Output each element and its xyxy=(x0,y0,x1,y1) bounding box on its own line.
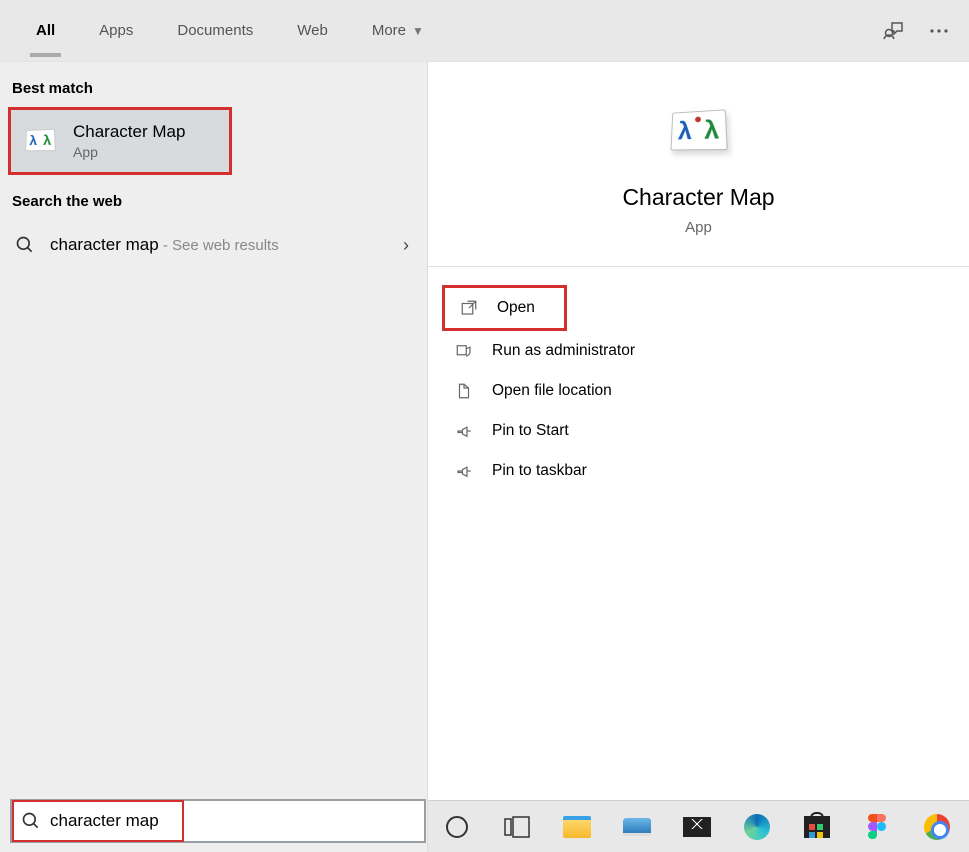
search-web-header: Search the web xyxy=(0,175,427,220)
best-match-header: Best match xyxy=(0,62,427,107)
open-icon xyxy=(459,298,479,318)
character-map-large-icon: λλ xyxy=(664,102,734,162)
figma-icon[interactable] xyxy=(862,812,892,842)
action-open[interactable]: Open xyxy=(442,285,567,331)
result-character-map[interactable]: λλ Character Map App xyxy=(8,107,232,175)
tab-documents[interactable]: Documents xyxy=(161,4,269,57)
results-left-pane: Best match λλ Character Map App Search t… xyxy=(0,62,428,852)
action-open-label: Open xyxy=(497,299,535,317)
on-screen-keyboard-icon[interactable] xyxy=(622,812,652,842)
task-view-icon[interactable] xyxy=(502,812,532,842)
chevron-right-icon: › xyxy=(403,235,409,256)
cortana-icon[interactable] xyxy=(442,812,472,842)
detail-pane: λλ Character Map App Open Run as adminis… xyxy=(428,62,969,852)
edge-icon[interactable] xyxy=(742,812,772,842)
detail-title: Character Map xyxy=(622,184,774,211)
result-subtitle: App xyxy=(73,144,185,160)
file-explorer-icon[interactable] xyxy=(562,812,592,842)
pin-taskbar-icon xyxy=(454,461,474,481)
action-pin-start[interactable]: Pin to Start xyxy=(440,411,957,451)
chrome-icon[interactable] xyxy=(922,812,952,842)
action-open-location-label: Open file location xyxy=(492,382,612,400)
action-run-admin[interactable]: Run as administrator xyxy=(440,331,957,371)
tab-apps[interactable]: Apps xyxy=(83,4,149,57)
result-title: Character Map xyxy=(73,122,185,142)
action-pin-taskbar-label: Pin to taskbar xyxy=(492,462,587,480)
results-body: Best match λλ Character Map App Search t… xyxy=(0,62,969,852)
mail-icon[interactable] xyxy=(682,812,712,842)
web-query-text: character map xyxy=(50,235,159,254)
folder-location-icon xyxy=(454,381,474,401)
detail-subtitle: App xyxy=(685,219,712,236)
web-suffix-text: - See web results xyxy=(159,237,279,254)
search-bar[interactable] xyxy=(10,799,426,843)
feedback-icon[interactable] xyxy=(881,19,905,43)
search-icon xyxy=(14,234,36,256)
start-search-panel: All Apps Documents Web More ▼ Bes xyxy=(0,0,969,852)
chevron-down-icon: ▼ xyxy=(412,24,424,38)
tab-more[interactable]: More ▼ xyxy=(356,4,440,57)
action-pin-start-label: Pin to Start xyxy=(492,422,569,440)
pin-start-icon xyxy=(454,421,474,441)
microsoft-store-icon[interactable] xyxy=(802,812,832,842)
action-open-location[interactable]: Open file location xyxy=(440,371,957,411)
web-result-row[interactable]: character map - See web results › xyxy=(0,220,427,270)
shield-admin-icon xyxy=(454,341,474,361)
filter-tabs-row: All Apps Documents Web More ▼ xyxy=(0,0,969,62)
taskbar xyxy=(428,800,969,852)
search-icon xyxy=(20,810,42,832)
tab-more-label: More xyxy=(372,22,406,39)
more-options-icon[interactable] xyxy=(927,19,951,43)
detail-header: λλ Character Map App xyxy=(428,62,969,267)
character-map-icon: λλ xyxy=(23,123,59,159)
search-input[interactable] xyxy=(50,811,416,831)
tab-all[interactable]: All xyxy=(20,4,71,57)
action-run-admin-label: Run as administrator xyxy=(492,342,635,360)
tab-web[interactable]: Web xyxy=(281,4,344,57)
action-pin-taskbar[interactable]: Pin to taskbar xyxy=(440,451,957,491)
actions-list: Open Run as administrator Open file loca… xyxy=(428,267,969,509)
